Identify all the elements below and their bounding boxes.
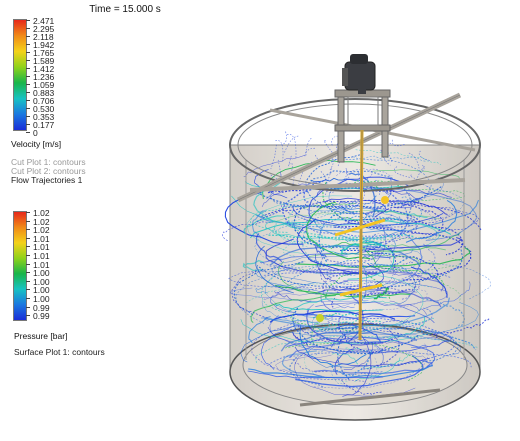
- pressure-color-bar: [13, 211, 27, 321]
- legend-tick-label: 0: [26, 128, 38, 138]
- legend-tick-label: 0.99: [26, 311, 50, 322]
- velocity-legend: 2.471 2.295 2.118 1.942 1.765 1.589 1.412 1.236…: [13, 16, 133, 144]
- simulation-viewport[interactable]: [210, 30, 520, 441]
- motor: [342, 54, 376, 94]
- surface-plot-label: Surface Plot 1: contours: [14, 347, 105, 357]
- pressure-unit-label: Pressure [bar]: [14, 331, 68, 341]
- pressure-legend: 1.02 1.02 1.02 1.01 1.01 1.01 1.01 1.00 1.00 1.00…: [13, 208, 133, 326]
- velocity-color-bar: [13, 19, 27, 131]
- velocity-unit-label: Velocity [m/s]: [11, 139, 62, 149]
- time-label: Time = 15.000 s: [89, 4, 161, 15]
- flow-trajectory: [278, 131, 287, 146]
- flow-trajectories-label: Flow Trajectories 1: [11, 175, 83, 185]
